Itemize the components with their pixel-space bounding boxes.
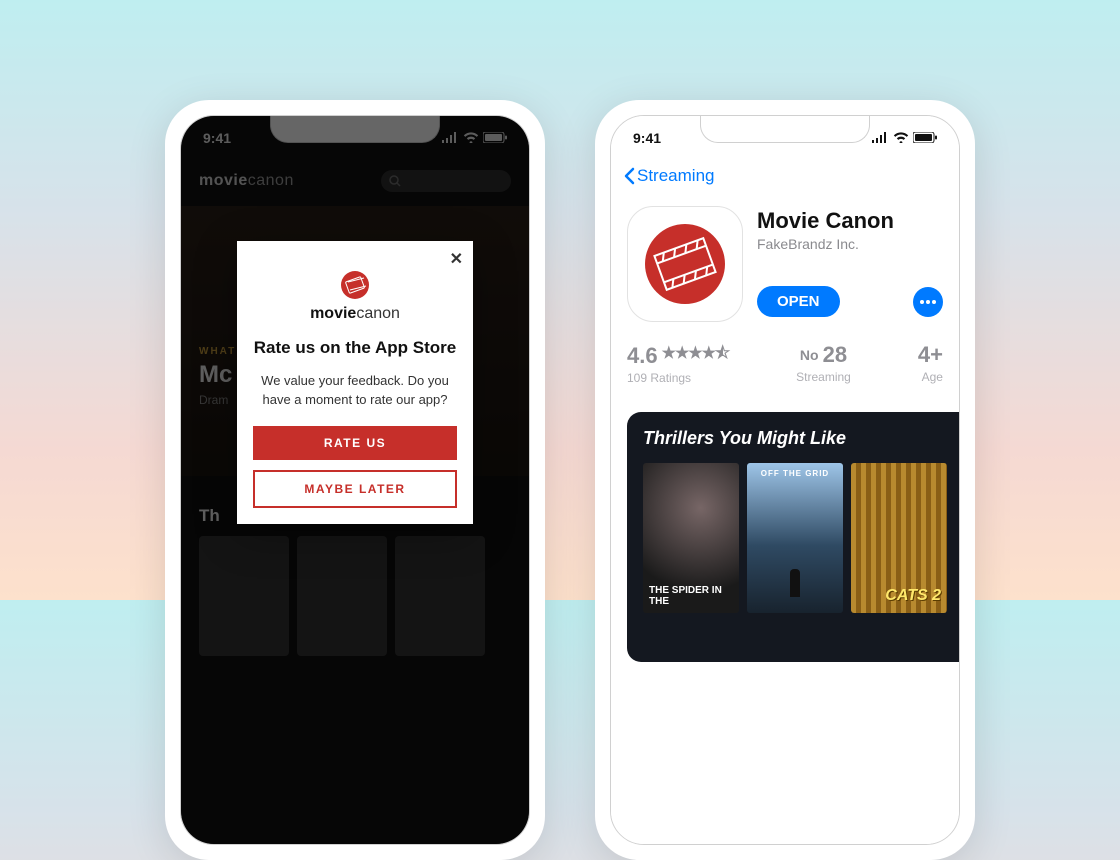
stat-rating: 4.6 ★★★★⯪ 109 Ratings [627, 342, 729, 385]
modal-brand: moviecanon [253, 305, 457, 323]
thumb-label: THE SPIDER IN THE [649, 585, 733, 607]
ellipsis-icon [920, 300, 936, 304]
card-thumb[interactable]: OFF THE GRID [747, 463, 843, 613]
rating-value: 4.6 [627, 343, 658, 369]
card-thumbs: THE SPIDER IN THE OFF THE GRID CATS 2 [643, 463, 960, 613]
rank-prefix: No [800, 347, 819, 363]
rank-category: Streaming [796, 370, 851, 384]
stat-rank: No28 Streaming [796, 342, 851, 385]
notch [700, 115, 870, 143]
thumb-label: CATS 2 [885, 587, 941, 605]
app-header-row: Movie Canon FakeBrandz Inc. OPEN [627, 206, 943, 322]
card-thumb[interactable]: THE SPIDER IN THE [643, 463, 739, 613]
open-button[interactable]: OPEN [757, 286, 840, 317]
stat-age: 4+ Age [918, 342, 943, 385]
back-button[interactable]: Streaming [623, 166, 714, 186]
back-label: Streaming [637, 166, 714, 186]
rate-modal: ✕ moviecanon Rate us on the App Store We… [237, 241, 473, 524]
app-icon [627, 206, 743, 322]
modal-title: Rate us on the App Store [253, 337, 457, 358]
phone-mock-right: 9:41 Streaming [595, 100, 975, 860]
status-time: 9:41 [633, 130, 661, 146]
app-publisher: FakeBrandz Inc. [757, 236, 943, 252]
stats-row: 4.6 ★★★★⯪ 109 Ratings No28 Streaming 4+ … [627, 342, 943, 399]
thumb-label: OFF THE GRID [747, 469, 843, 478]
ratings-count: 109 Ratings [627, 371, 729, 385]
stars-icon: ★★★★⯪ [662, 342, 730, 369]
phone-mock-left: 9:41 moviecanon [165, 100, 545, 860]
modal-body: We value your feedback. Do you have a mo… [253, 372, 457, 410]
close-button[interactable]: ✕ [450, 249, 463, 269]
wifi-icon [893, 130, 909, 146]
age-label: Age [918, 370, 943, 384]
cellular-icon [872, 130, 889, 146]
phone-screen-left: 9:41 moviecanon [180, 115, 530, 845]
phone-screen-right: 9:41 Streaming [610, 115, 960, 845]
card-thumb[interactable]: CATS 2 [851, 463, 947, 613]
more-button[interactable] [913, 287, 943, 317]
app-title: Movie Canon [757, 208, 943, 234]
rank-value: 28 [823, 342, 847, 368]
app-logo-icon [341, 271, 369, 299]
chevron-left-icon [623, 167, 635, 185]
card-title: Thrillers You Might Like [643, 428, 960, 449]
status-icons [872, 130, 937, 146]
battery-icon [913, 130, 937, 146]
app-meta: Movie Canon FakeBrandz Inc. OPEN [757, 206, 943, 322]
age-value: 4+ [918, 342, 943, 368]
maybe-later-button[interactable]: MAYBE LATER [253, 470, 457, 508]
app-store-page: 9:41 Streaming [611, 116, 959, 844]
promo-card[interactable]: Thrillers You Might Like THE SPIDER IN T… [627, 412, 960, 662]
rate-us-button[interactable]: RATE US [253, 426, 457, 460]
